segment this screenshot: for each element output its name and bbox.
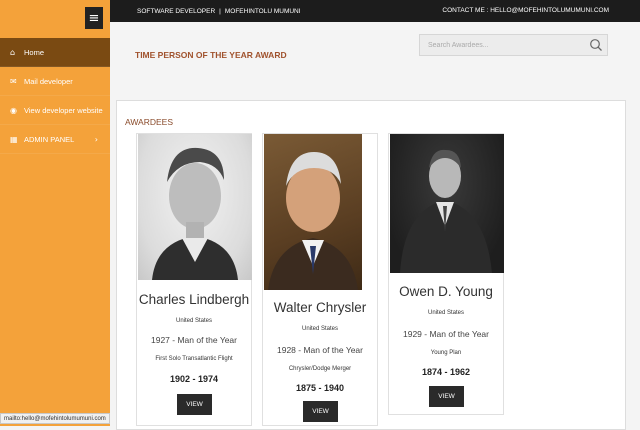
- chevron-right-icon: ›: [94, 134, 98, 144]
- sidebar-item-view-website[interactable]: ◉ View developer website: [0, 96, 110, 125]
- awardee-country: United States: [427, 310, 465, 316]
- awardee-card: Owen D. Young United States 1929 - Man o…: [388, 133, 504, 415]
- awardee-photo: [264, 134, 362, 290]
- awardee-country: United States: [301, 326, 339, 332]
- view-button[interactable]: VIEW: [303, 401, 338, 422]
- awardee-name: Owen D. Young: [399, 284, 493, 299]
- awardee-photo: [138, 134, 252, 280]
- menu-toggle-button[interactable]: ≡: [85, 7, 103, 29]
- awardee-reason: First Solo Transatlantic Flight: [155, 356, 233, 362]
- status-bar-url: mailto:hello@mofehintolumumuni.com: [0, 413, 110, 424]
- menu-icon: ≡: [88, 10, 100, 26]
- view-button[interactable]: VIEW: [429, 386, 464, 407]
- awardee-reason: Young Plan: [430, 350, 462, 356]
- awardee-reason: Chrysler/Dodge Merger: [288, 366, 352, 372]
- awardee-award: 1927 - Man of the Year: [150, 335, 237, 345]
- awardee-award: 1929 - Man of the Year: [402, 329, 489, 339]
- awardee-award: 1928 - Man of the Year: [276, 345, 363, 355]
- awardee-name: Walter Chrysler: [273, 300, 367, 315]
- section-title: AWARDEES: [125, 117, 174, 127]
- contact-link[interactable]: CONTACT ME : HELLO@MOFEHINTOLUMUMUNI.COM: [442, 7, 609, 14]
- developer-name: MOFEHINTOLU MUMUNI: [224, 7, 301, 15]
- page-title: TIME PERSON OF THE YEAR AWARD: [135, 50, 287, 60]
- awardee-card: Walter Chrysler United States 1928 - Man…: [262, 133, 378, 426]
- sidebar-item-home[interactable]: ⌂ Home: [0, 38, 110, 67]
- separator: |: [219, 7, 221, 15]
- search-placeholder: Search Awardees...: [428, 41, 489, 49]
- awardee-years: 1875 - 1940: [295, 383, 345, 393]
- search-icon[interactable]: [589, 38, 603, 52]
- awardee-country: United States: [175, 318, 213, 324]
- awardee-photo: [390, 134, 504, 273]
- sidebar-item-label: ADMIN PANEL: [24, 134, 75, 144]
- sidebar: ≡ ⌂ Home ✉ Mail developer ◉ View develop…: [0, 0, 110, 426]
- search-input[interactable]: Search Awardees...: [419, 34, 608, 56]
- sidebar-nav: ⌂ Home ✉ Mail developer ◉ View developer…: [0, 38, 110, 154]
- awardee-name: Charles Lindbergh: [138, 292, 250, 307]
- sidebar-item-label: Home: [24, 47, 45, 57]
- view-button[interactable]: VIEW: [177, 394, 212, 415]
- developer-label: SOFTWARE DEVELOPER: [137, 7, 216, 15]
- awardee-years: 1902 - 1974: [169, 374, 219, 384]
- table-icon: ▦: [10, 134, 18, 144]
- awardee-years: 1874 - 1962: [421, 367, 471, 377]
- awardee-card: Charles Lindbergh United States 1927 - M…: [136, 133, 252, 426]
- mail-icon: ✉: [10, 76, 17, 86]
- sidebar-item-label: Mail developer: [24, 76, 73, 86]
- globe-icon: ◉: [10, 105, 17, 115]
- sidebar-item-mail-developer[interactable]: ✉ Mail developer: [0, 67, 110, 96]
- sidebar-item-admin-panel[interactable]: ▦ ADMIN PANEL ›: [0, 125, 110, 154]
- sidebar-item-label: View developer website: [24, 105, 103, 115]
- topbar: SOFTWARE DEVELOPER | MOFEHINTOLU MUMUNI …: [110, 0, 640, 22]
- home-icon: ⌂: [10, 47, 16, 57]
